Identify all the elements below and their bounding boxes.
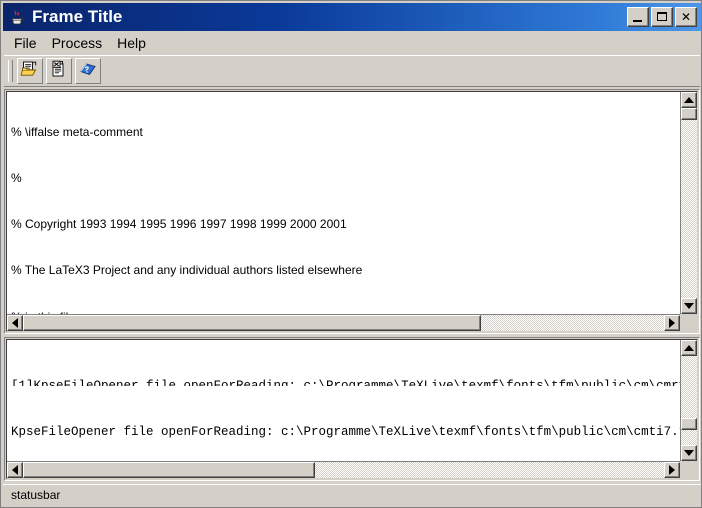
close-button[interactable]: ✕ bbox=[675, 7, 697, 27]
editor-pane: % \iffalse meta-comment % % Copyright 19… bbox=[4, 89, 700, 334]
console-pane: [1]KpseFileOpener file openForReading: c… bbox=[4, 337, 700, 481]
menu-item-file[interactable]: File bbox=[11, 34, 44, 53]
editor-scroll-up-button[interactable] bbox=[681, 92, 697, 108]
console-inner: [1]KpseFileOpener file openForReading: c… bbox=[6, 339, 698, 479]
editor-line: % bbox=[11, 171, 680, 186]
chevron-left-icon bbox=[12, 465, 18, 475]
chevron-up-icon bbox=[684, 345, 694, 351]
console-scroll-right-button[interactable] bbox=[664, 462, 680, 478]
toolbar-drag-handle[interactable] bbox=[8, 60, 13, 82]
chevron-right-icon bbox=[669, 318, 675, 328]
console-scroll-up-button[interactable] bbox=[681, 340, 697, 356]
editor-hscroll-thumb[interactable] bbox=[23, 315, 481, 331]
open-folder-icon bbox=[20, 59, 40, 84]
minimize-icon bbox=[633, 20, 642, 22]
title-bar[interactable]: Frame Title ✕ bbox=[3, 3, 701, 31]
toolbar-open-button[interactable] bbox=[17, 58, 43, 84]
console-scroll-down-button[interactable] bbox=[681, 445, 697, 461]
java-coffee-cup-icon bbox=[8, 8, 26, 26]
document-export-icon bbox=[49, 59, 69, 84]
console-horizontal-scrollbar[interactable] bbox=[7, 461, 680, 478]
maximize-icon bbox=[657, 12, 667, 21]
maximize-button[interactable] bbox=[651, 7, 673, 27]
toolbar-document-button[interactable] bbox=[46, 58, 72, 84]
blue-book-help-icon bbox=[78, 59, 98, 84]
editor-horizontal-scrollbar[interactable] bbox=[7, 314, 680, 331]
editor-scroll-down-button[interactable] bbox=[681, 298, 697, 314]
window-title: Frame Title bbox=[32, 7, 627, 27]
chevron-left-icon bbox=[12, 318, 18, 328]
window-controls: ✕ bbox=[627, 7, 697, 27]
menu-item-process[interactable]: Process bbox=[49, 34, 110, 53]
console-line: KpseFileOpener file openForReading: c:\P… bbox=[11, 423, 680, 442]
editor-line: % The LaTeX3 Project and any individual … bbox=[11, 263, 680, 278]
chevron-down-icon bbox=[684, 450, 694, 456]
menu-bar: File Process Help bbox=[3, 32, 701, 54]
chevron-down-icon bbox=[684, 303, 694, 309]
chevron-right-icon bbox=[669, 465, 675, 475]
editor-line: % \iffalse meta-comment bbox=[11, 125, 680, 140]
minimize-button[interactable] bbox=[627, 7, 649, 27]
toolbar-help-button[interactable] bbox=[75, 58, 101, 84]
console-text: [1]KpseFileOpener file openForReading: c… bbox=[7, 340, 680, 461]
editor-vscroll-thumb[interactable] bbox=[681, 108, 697, 120]
editor-scroll-left-button[interactable] bbox=[7, 315, 23, 331]
console-viewport[interactable]: [1]KpseFileOpener file openForReading: c… bbox=[7, 340, 680, 461]
editor-vscroll-track[interactable] bbox=[681, 92, 697, 314]
editor-text: % \iffalse meta-comment % % Copyright 19… bbox=[7, 92, 680, 314]
editor-scroll-right-button[interactable] bbox=[664, 315, 680, 331]
editor-vertical-scrollbar[interactable] bbox=[680, 92, 697, 314]
editor-inner: % \iffalse meta-comment % % Copyright 19… bbox=[6, 91, 698, 332]
console-vscroll-thumb[interactable] bbox=[681, 418, 697, 430]
console-vscroll-track[interactable] bbox=[681, 340, 697, 461]
console-scroll-corner bbox=[680, 461, 697, 478]
editor-viewport[interactable]: % \iffalse meta-comment % % Copyright 19… bbox=[7, 92, 680, 314]
console-line-clipped: [1]KpseFileOpener file openForReading: c… bbox=[11, 377, 680, 386]
application-window: Frame Title ✕ File Process Help bbox=[0, 0, 702, 508]
console-scroll-left-button[interactable] bbox=[7, 462, 23, 478]
close-icon: ✕ bbox=[676, 8, 696, 26]
editor-line: % Copyright 1993 1994 1995 1996 1997 199… bbox=[11, 217, 680, 232]
console-hscroll-thumb[interactable] bbox=[23, 462, 315, 478]
editor-scroll-corner bbox=[680, 314, 697, 331]
chevron-up-icon bbox=[684, 97, 694, 103]
status-bar: statusbar bbox=[3, 484, 701, 504]
console-vertical-scrollbar[interactable] bbox=[680, 340, 697, 461]
menu-item-help[interactable]: Help bbox=[114, 34, 153, 53]
toolbar bbox=[4, 55, 700, 87]
